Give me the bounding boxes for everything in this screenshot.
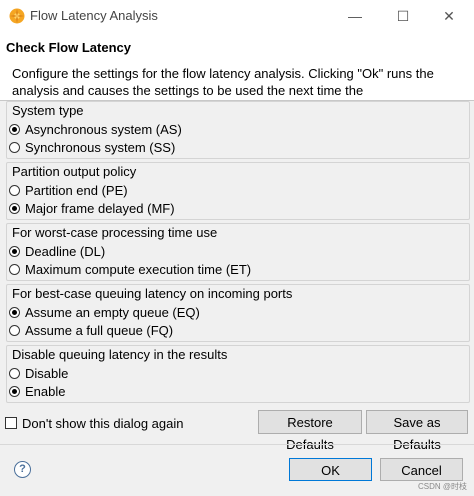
- dialog-header: Check Flow Latency Configure the setting…: [0, 32, 474, 100]
- radio-button[interactable]: [9, 123, 20, 135]
- radio-disable[interactable]: Disable: [9, 364, 68, 382]
- radio-label: Major frame delayed (MF): [25, 200, 175, 216]
- radio-label: Synchronous system (SS): [25, 139, 176, 155]
- radio-asynchronous-system[interactable]: Asynchronous system (AS): [9, 120, 182, 138]
- group-worst-case-processing: For worst-case processing time use Deadl…: [6, 223, 470, 281]
- radio-partition-end[interactable]: Partition end (PE): [9, 181, 128, 199]
- maximize-button[interactable]: ☐: [388, 4, 418, 28]
- close-button[interactable]: ✕: [434, 4, 464, 28]
- radio-button[interactable]: [9, 367, 20, 379]
- watermark: CSDN @时枝: [418, 482, 468, 491]
- group-label: For best-case queuing latency on incomin…: [12, 286, 293, 301]
- radio-label: Asynchronous system (AS): [25, 121, 182, 137]
- restore-defaults-button[interactable]: Restore Defaults: [258, 410, 362, 452]
- window-title: Flow Latency Analysis: [30, 8, 158, 23]
- group-label: System type: [12, 103, 84, 118]
- group-label: For worst-case processing time use: [12, 225, 218, 240]
- minimize-button[interactable]: —: [340, 4, 370, 28]
- radio-synchronous-system[interactable]: Synchronous system (SS): [9, 138, 175, 156]
- help-icon[interactable]: ?: [14, 461, 31, 478]
- radio-enable[interactable]: Enable: [9, 382, 65, 400]
- radio-label: Deadline (DL): [25, 243, 106, 259]
- radio-button[interactable]: [9, 202, 20, 214]
- radio-label: Enable: [25, 383, 66, 399]
- radio-deadline[interactable]: Deadline (DL): [9, 242, 105, 260]
- footer-divider: [0, 444, 474, 445]
- title-bar: Flow Latency Analysis — ☐ ✕: [0, 0, 474, 32]
- radio-button[interactable]: [9, 263, 20, 275]
- radio-assume-empty-queue[interactable]: Assume an empty queue (EQ): [9, 303, 200, 321]
- dont-show-again-label: Don't show this dialog again: [22, 415, 184, 431]
- dialog-title: Check Flow Latency: [6, 40, 131, 55]
- dont-show-again-checkbox[interactable]: [5, 417, 17, 429]
- radio-label: Disable: [25, 365, 69, 381]
- radio-assume-full-queue[interactable]: Assume a full queue (FQ): [9, 321, 173, 339]
- save-as-defaults-button[interactable]: Save as Defaults: [366, 410, 468, 452]
- dialog-description: Configure the settings for the flow late…: [12, 66, 434, 98]
- radio-label: Maximum compute execution time (ET): [25, 261, 252, 277]
- dont-show-again-checkbox-row[interactable]: Don't show this dialog again: [5, 414, 183, 432]
- radio-label: Assume a full queue (FQ): [25, 322, 174, 338]
- radio-button[interactable]: [9, 324, 20, 336]
- radio-button[interactable]: [9, 385, 20, 397]
- radio-button[interactable]: [9, 306, 20, 318]
- ok-button[interactable]: OK: [289, 458, 372, 481]
- group-label: Disable queuing latency in the results: [12, 347, 228, 362]
- group-system-type: System type Asynchronous system (AS) Syn…: [6, 101, 470, 159]
- radio-label: Partition end (PE): [25, 182, 128, 198]
- radio-button[interactable]: [9, 184, 20, 196]
- radio-label: Assume an empty queue (EQ): [25, 304, 200, 320]
- cancel-button[interactable]: Cancel: [380, 458, 463, 481]
- group-label: Partition output policy: [12, 164, 137, 179]
- radio-maximum-compute-execution-time[interactable]: Maximum compute execution time (ET): [9, 260, 251, 278]
- group-disable-queuing-latency: Disable queuing latency in the results D…: [6, 345, 470, 403]
- radio-major-frame-delayed[interactable]: Major frame delayed (MF): [9, 199, 175, 217]
- app-logo-icon: [9, 8, 25, 24]
- group-best-case-queuing-latency: For best-case queuing latency on incomin…: [6, 284, 470, 342]
- group-partition-output-policy: Partition output policy Partition end (P…: [6, 162, 470, 220]
- radio-button[interactable]: [9, 141, 20, 153]
- radio-button[interactable]: [9, 245, 20, 257]
